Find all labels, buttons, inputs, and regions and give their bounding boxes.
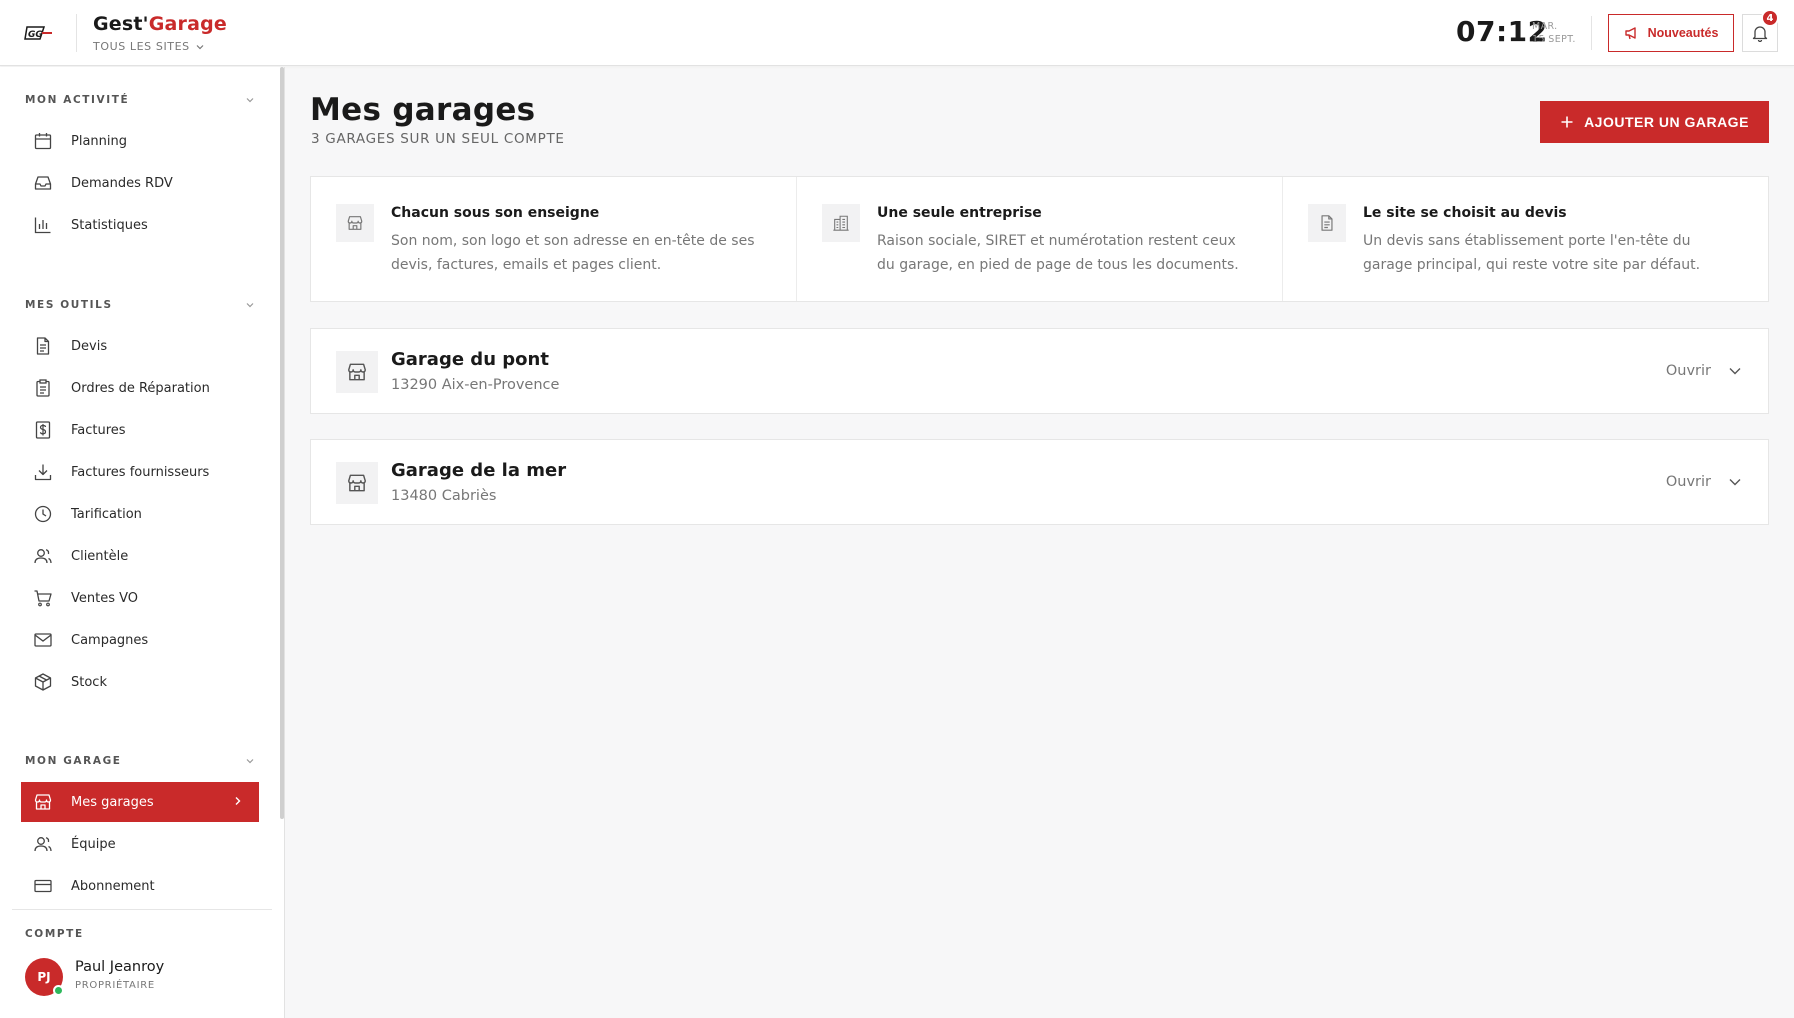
header-separator <box>1591 16 1592 50</box>
page-title: Mes garages <box>310 92 536 128</box>
info-title: Chacun sous son enseigne <box>391 205 600 221</box>
garage-open-toggle[interactable]: Ouvrir <box>1666 363 1743 379</box>
store-icon <box>336 204 374 242</box>
plus-icon <box>1561 116 1573 128</box>
chevron-down-icon <box>246 759 254 764</box>
sidebar-scrollbar[interactable] <box>280 67 284 819</box>
section-account: COMPTE <box>25 928 84 940</box>
clipboard-icon <box>33 378 53 398</box>
info-text: Un devis sans établissement porte l'en-t… <box>1363 233 1701 273</box>
credit-card-icon <box>33 876 53 896</box>
page-subtitle: 3 GARAGES SUR UN SEUL COMPTE <box>311 131 565 147</box>
sidebar-divider <box>12 909 272 910</box>
garage-open-toggle[interactable]: Ouvrir <box>1666 474 1743 490</box>
clock-date: MAR. 15 SEPT. <box>1532 21 1576 45</box>
info-panel: Chacun sous son enseigne Son nom, son lo… <box>310 176 1769 302</box>
info-item-company: Une seule entreprise Raison sociale, SIR… <box>797 177 1283 301</box>
chevron-right-icon <box>235 797 241 805</box>
sidebar-item-pricing[interactable]: Tarification <box>21 494 259 534</box>
site-selector-label: TOUS LES SITES <box>93 40 190 53</box>
building-icon <box>822 204 860 242</box>
bell-icon <box>1752 26 1768 42</box>
download-icon <box>33 462 53 482</box>
invoice-dollar-icon <box>33 420 53 440</box>
sidebar-item-quotes[interactable]: Devis <box>21 326 259 366</box>
sidebar-item-planning[interactable]: Planning <box>21 121 259 161</box>
sidebar-item-statistics[interactable]: Statistiques <box>21 205 259 245</box>
garage-name: Garage de la mer <box>391 460 567 481</box>
document-icon <box>33 336 53 356</box>
add-garage-button-label: AJOUTER UN GARAGE <box>1584 114 1749 130</box>
online-status-dot <box>53 985 64 996</box>
users-icon <box>33 546 53 566</box>
user-name[interactable]: Paul Jeanroy <box>75 959 164 975</box>
garage-card[interactable]: Garage du pont 13290 Aix-en-Provence Ouv… <box>310 328 1769 414</box>
info-title: Le site se choisit au devis <box>1363 205 1567 221</box>
garage-open-label: Ouvrir <box>1665 474 1711 490</box>
box-icon <box>33 672 53 692</box>
brand-name: Gest'Garage <box>93 13 227 35</box>
top-bar: GG Gest'Garage TOUS LES SITES 07:12 MAR.… <box>0 0 1794 66</box>
news-button-label: Nouveautés <box>1647 26 1719 40</box>
sidebar-item-team[interactable]: Équipe <box>21 824 259 864</box>
info-text: Raison sociale, SIRET et numérotation re… <box>877 233 1239 273</box>
sidebar-item-my-garages[interactable]: Mes garages <box>21 782 259 822</box>
chevron-down-icon <box>1729 479 1741 486</box>
garage-open-label: Ouvrir <box>1665 363 1711 379</box>
chevron-down-icon <box>196 44 204 49</box>
store-icon <box>336 351 378 393</box>
inbox-icon <box>33 173 53 193</box>
garage-address: 13290 Aix-en-Provence <box>391 377 560 393</box>
chevron-down-icon <box>246 98 254 103</box>
section-my-activity[interactable]: MON ACTIVITÉ <box>25 94 255 106</box>
sidebar-item-campaigns[interactable]: Campagnes <box>21 620 259 660</box>
calendar-icon <box>33 131 53 151</box>
bar-chart-icon <box>33 215 53 235</box>
news-button[interactable]: Nouveautés <box>1608 14 1734 52</box>
clock-icon <box>33 504 53 524</box>
sidebar-item-supplier-invoices[interactable]: Factures fournisseurs <box>21 452 259 492</box>
users-icon <box>33 834 53 854</box>
brand-separator <box>76 14 77 52</box>
store-icon <box>33 792 53 812</box>
sidebar-item-stock[interactable]: Stock <box>21 662 259 702</box>
site-selector[interactable]: TOUS LES SITES <box>93 40 205 53</box>
section-my-tools[interactable]: MES OUTILS <box>25 299 255 311</box>
document-icon <box>1308 204 1346 242</box>
store-icon <box>336 462 378 504</box>
megaphone-icon <box>1624 27 1636 40</box>
garage-name: Garage du pont <box>391 349 549 370</box>
chevron-down-icon <box>246 303 254 308</box>
cart-icon <box>33 588 53 608</box>
info-text: Son nom, son logo et son adresse en en-t… <box>391 233 755 273</box>
sidebar-item-subscription[interactable]: Abonnement <box>21 866 259 906</box>
sidebar-item-appointment-requests[interactable]: Demandes RDV <box>21 163 259 203</box>
user-role: PROPRIÉTAIRE <box>75 980 155 991</box>
sidebar-item-invoices[interactable]: Factures <box>21 410 259 450</box>
garage-address: 13480 Cabriès <box>391 488 497 504</box>
info-title: Une seule entreprise <box>877 205 1042 221</box>
sidebar-item-repair-orders[interactable]: Ordres de Réparation <box>21 368 259 408</box>
section-my-garage[interactable]: MON GARAGE <box>25 755 255 767</box>
brand-logo[interactable]: GG <box>24 23 54 43</box>
sidebar-item-used-car-sales[interactable]: Ventes VO <box>21 578 259 618</box>
chevron-down-icon <box>1729 368 1741 375</box>
info-item-brand: Chacun sous son enseigne Son nom, son lo… <box>311 177 797 301</box>
info-item-quote-site: Le site se choisit au devis Un devis san… <box>1283 177 1768 301</box>
notifications-badge: 4 <box>1761 9 1779 27</box>
svg-text:GG: GG <box>28 30 43 40</box>
mail-icon <box>33 630 53 650</box>
sidebar-item-customers[interactable]: Clientèle <box>21 536 259 576</box>
add-garage-button[interactable]: AJOUTER UN GARAGE <box>1540 101 1769 143</box>
garage-card[interactable]: Garage de la mer 13480 Cabriès Ouvrir <box>310 439 1769 525</box>
